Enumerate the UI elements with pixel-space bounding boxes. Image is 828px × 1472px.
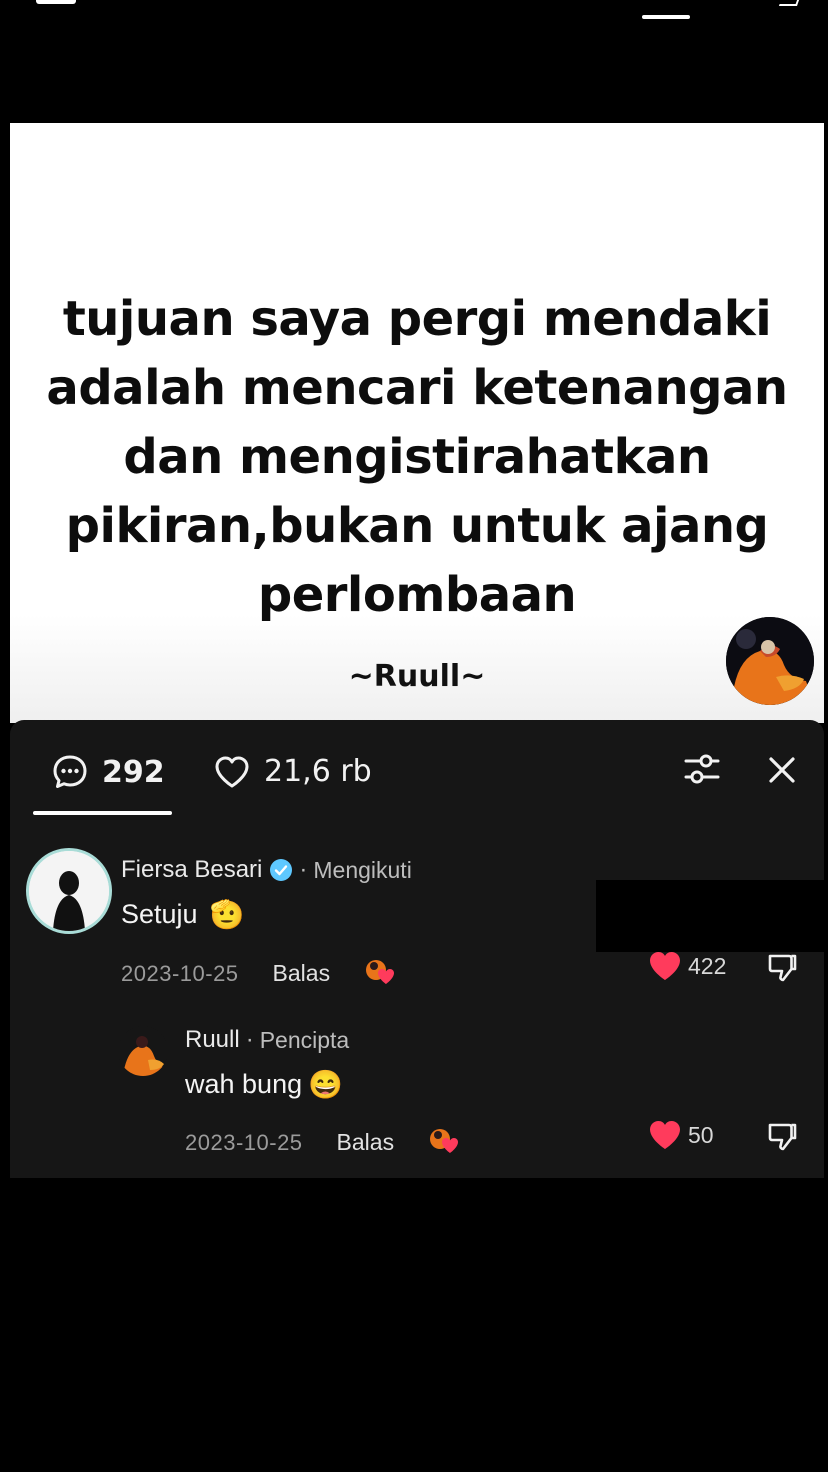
dislike-button[interactable] bbox=[766, 1121, 798, 1158]
close-icon bbox=[769, 757, 795, 783]
comment-emoji: 😄 bbox=[308, 1069, 343, 1100]
comment-item: Fiersa Besari · Mengikuti Setuju 🫡 bbox=[121, 856, 412, 931]
separator-dot: · bbox=[299, 856, 308, 883]
comment-like-count: 422 bbox=[688, 952, 727, 979]
comments-tab[interactable]: 292 bbox=[52, 754, 165, 790]
reply-button[interactable]: Balas bbox=[273, 960, 331, 987]
comments-panel: 292 21,6 rb Fiersa Besari · Mengikuti Se… bbox=[10, 720, 824, 1178]
active-tab-indicator bbox=[33, 811, 172, 815]
comment-date: 2023-10-25 bbox=[185, 1129, 303, 1155]
comment-item: Ruull · Pencipta wah bung 😄 bbox=[185, 1026, 349, 1101]
likes-tab[interactable]: 21,6 rb bbox=[214, 754, 372, 789]
comment-like-count: 50 bbox=[688, 1121, 714, 1148]
post-card: tujuan saya pergi mendaki adalah mencari… bbox=[10, 123, 824, 723]
comment-bubble-icon bbox=[53, 755, 87, 788]
heart-outline-icon bbox=[215, 756, 249, 787]
profile-photo bbox=[29, 851, 109, 931]
creator-avatar-image bbox=[726, 617, 814, 705]
reply-button[interactable]: Balas bbox=[337, 1129, 395, 1156]
comment-username[interactable]: Ruull bbox=[185, 1026, 240, 1054]
status-indicator-left bbox=[36, 0, 76, 4]
comment-text: wah bung bbox=[185, 1069, 303, 1099]
avatar[interactable] bbox=[118, 1026, 168, 1076]
like-button[interactable]: 422 bbox=[648, 950, 726, 982]
close-button[interactable] bbox=[764, 752, 800, 788]
comment-username[interactable]: Fiersa Besari bbox=[121, 856, 262, 884]
avatar[interactable] bbox=[26, 848, 112, 934]
like-count: 21,6 rb bbox=[264, 754, 372, 789]
status-indicator-center bbox=[642, 15, 690, 19]
creator-liked-badge bbox=[364, 956, 400, 991]
filter-sliders-icon bbox=[684, 754, 720, 784]
verified-badge-icon bbox=[270, 859, 293, 881]
dislike-icon bbox=[768, 954, 797, 982]
heart-filled-icon bbox=[650, 952, 680, 980]
redaction-block bbox=[596, 880, 824, 952]
dislike-icon bbox=[768, 1123, 797, 1151]
comment-text: Setuju bbox=[121, 899, 198, 929]
creator-avatar[interactable] bbox=[726, 617, 814, 705]
status-indicator-right bbox=[778, 0, 800, 6]
creator-liked-badge bbox=[428, 1125, 464, 1160]
comment-emoji: 🫡 bbox=[209, 899, 245, 930]
filter-button[interactable] bbox=[682, 752, 722, 786]
quote-text: tujuan saya pergi mendaki adalah mencari… bbox=[46, 291, 788, 623]
like-button[interactable]: 50 bbox=[648, 1119, 714, 1151]
follow-status: Mengikuti bbox=[313, 856, 412, 883]
separator-dot: · bbox=[245, 1026, 254, 1053]
comment-date: 2023-10-25 bbox=[121, 960, 239, 986]
creator-liked-icon bbox=[430, 1129, 459, 1153]
comment-meta-row: 2023-10-25 Balas bbox=[121, 956, 400, 991]
dislike-button[interactable] bbox=[766, 952, 798, 989]
heart-filled-icon bbox=[650, 1121, 680, 1149]
comment-count: 292 bbox=[102, 754, 165, 790]
quote-author: ~Ruull~ bbox=[348, 659, 486, 694]
profile-photo bbox=[118, 1026, 168, 1076]
comment-meta-row: 2023-10-25 Balas bbox=[185, 1125, 464, 1160]
creator-liked-icon bbox=[366, 960, 395, 984]
creator-label: Pencipta bbox=[259, 1026, 350, 1053]
